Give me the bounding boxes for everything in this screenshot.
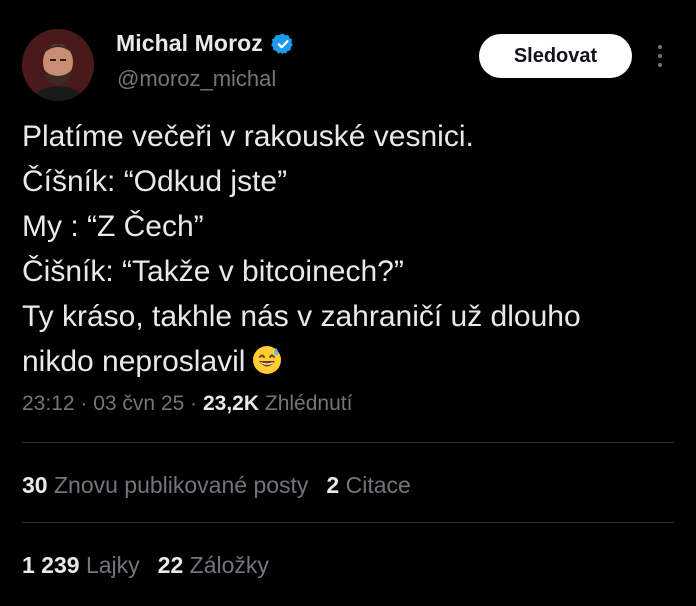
grinning-face-with-sweat-icon [251, 344, 283, 376]
quotes-stat[interactable]: 2 Citace [326, 472, 410, 499]
likes-count: 1 239 [22, 552, 80, 578]
reposts-count: 30 [22, 472, 48, 498]
author-name-row: Michal Moroz [116, 30, 295, 57]
reposts-stat[interactable]: 30 Znovu publikované posty [22, 472, 308, 499]
quotes-label: Citace [345, 472, 411, 498]
tweet-line: Ty kráso, takhle nás v zahraničí už dlou… [22, 300, 581, 333]
follow-button[interactable]: Sledovat [479, 34, 632, 78]
stats-row-engagement: 1 239 Lajky 22 Záložky [22, 552, 287, 579]
reposts-label: Znovu publikované posty [53, 472, 309, 498]
author-display-name[interactable]: Michal Moroz [116, 30, 263, 57]
tweet-time[interactable]: 23:12 [22, 392, 75, 415]
bookmarks-count: 22 [157, 552, 184, 578]
views-label: Zhlédnutí [264, 392, 353, 415]
meta-separator: · [184, 392, 203, 415]
likes-stat[interactable]: 1 239 Lajky [22, 552, 140, 579]
more-dot [658, 54, 662, 58]
quotes-count: 2 [326, 472, 340, 498]
more-dot [658, 63, 662, 67]
author-handle[interactable]: @moroz_michal [117, 66, 276, 92]
tweet-line: My : “Z Čech” [22, 210, 204, 243]
divider [22, 442, 674, 443]
views-count: 23,2K [202, 392, 260, 415]
meta-separator: · [74, 392, 94, 415]
tweet-line: Čišník: “Takže v bitcoinech?” [22, 255, 404, 288]
verified-badge-icon [271, 33, 293, 54]
tweet-line: Číšník: “Odkud jste” [22, 165, 288, 198]
avatar-photo [22, 29, 94, 101]
tweet-meta: 23:12 · 03 čvn 25 · 23,2K Zhlédnutí [22, 392, 352, 416]
tweet-line: Platíme večeři v rakouské vesnici. [22, 120, 474, 153]
tweet-date[interactable]: 03 čvn 25 [93, 392, 184, 415]
bookmarks-stat[interactable]: 22 Záložky [158, 552, 269, 579]
avatar[interactable] [22, 29, 94, 101]
tweet-text: Platíme večeři v rakouské vesnici. Číšní… [22, 114, 672, 384]
divider [22, 522, 674, 523]
more-dot [658, 45, 662, 49]
bookmarks-label: Záložky [189, 552, 269, 578]
stats-row-shares: 30 Znovu publikované posty 2 Citace [22, 472, 429, 499]
tweet-line-last: nikdo neproslavil [22, 339, 672, 384]
tweet-line-text: nikdo neproslavil [22, 345, 246, 378]
tweet-card: Michal Moroz @moroz_michal Sledovat Plat… [0, 0, 696, 606]
likes-label: Lajky [85, 552, 140, 578]
more-options-icon[interactable] [650, 40, 670, 72]
